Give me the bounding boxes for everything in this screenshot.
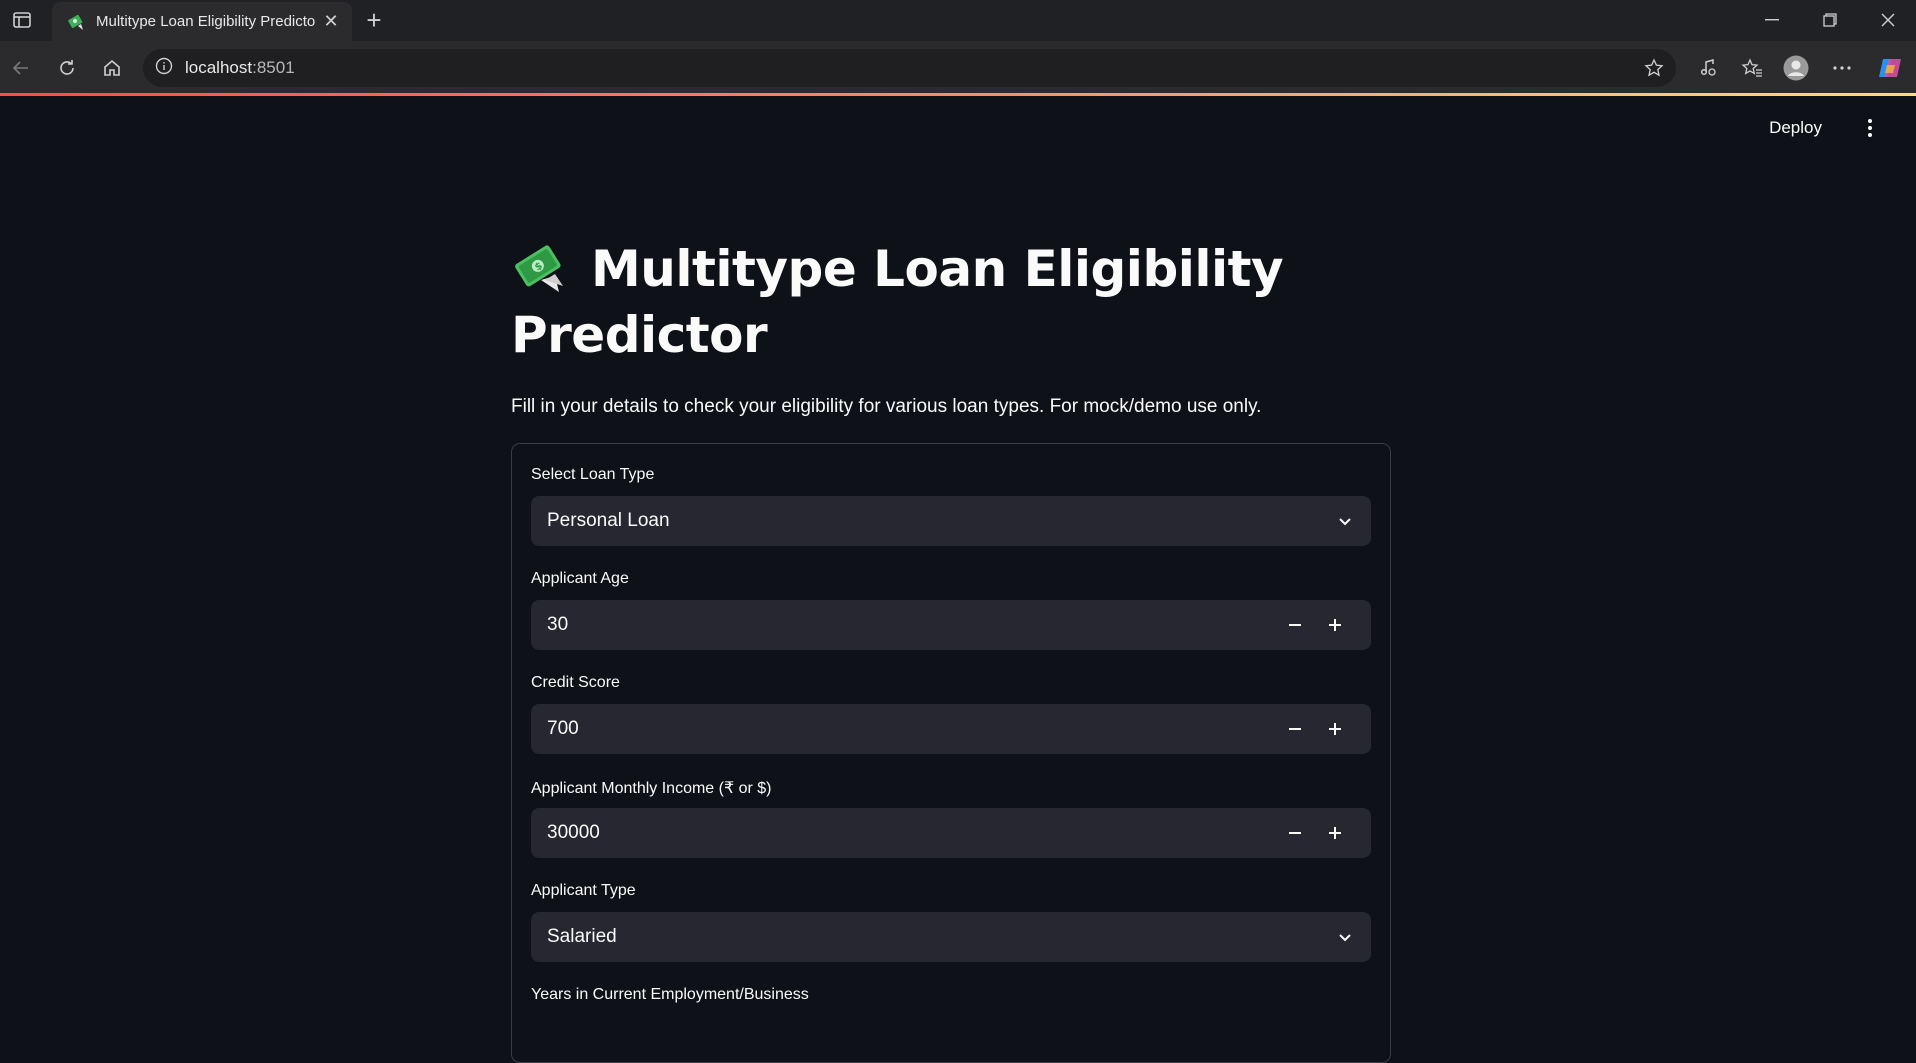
tab-title: Multitype Loan Eligibility Predicto [96,13,316,30]
deploy-button[interactable]: Deploy [1769,118,1822,138]
plus-icon[interactable] [1315,704,1355,754]
title-line-2: Predictor [511,306,768,364]
restore-icon[interactable] [1808,6,1852,34]
years-employment-label: Years in Current Employment/Business [531,986,809,1003]
credit-score-input[interactable]: 700 [531,704,1371,754]
browser-tab-bar: Multitype Loan Eligibility Predicto ✕ + [0,0,1916,41]
applicant-type-value: Salaried [547,926,617,947]
age-input[interactable]: 30 [531,600,1371,650]
age-label: Applicant Age [531,570,629,587]
close-tab-icon[interactable]: ✕ [320,11,342,32]
new-tab-icon[interactable]: + [360,6,388,34]
applicant-type-field: Applicant Type Salaried [531,882,1371,962]
monthly-income-value[interactable]: 30000 [547,822,1275,844]
chevron-down-icon [1335,927,1355,947]
money-wings-icon [66,12,86,32]
app-viewport: Deploy $ Multitype Loan Eligibility Predi… [0,96,1916,1063]
favorite-star-icon[interactable] [1644,58,1664,83]
age-value[interactable]: 30 [547,614,1275,636]
refresh-icon[interactable] [52,53,82,83]
applicant-type-select[interactable]: Salaried [531,912,1371,962]
monthly-income-field: Applicant Monthly Income (₹ or $) 30000 [531,778,1371,858]
minus-icon[interactable] [1275,704,1315,754]
address-bar[interactable]: localhost:8501 [143,49,1676,87]
credit-score-label: Credit Score [531,674,620,691]
minus-icon[interactable] [1275,808,1315,858]
monthly-income-input[interactable]: 30000 [531,808,1371,858]
browser-toolbar: localhost:8501 [0,41,1916,95]
home-icon[interactable] [97,53,127,83]
main-menu-icon[interactable] [1860,116,1880,140]
chevron-down-icon [1335,511,1355,531]
loan-type-value: Personal Loan [547,510,670,531]
applicant-type-label: Applicant Type [531,882,636,899]
minus-icon[interactable] [1275,600,1315,650]
plus-icon[interactable] [1315,600,1355,650]
copilot-icon[interactable] [1874,53,1906,83]
tab-actions-icon[interactable] [8,8,36,32]
close-window-icon[interactable] [1866,6,1910,34]
page-subtitle: Fill in your details to check your eligi… [511,396,1262,417]
url-text: localhost:8501 [185,58,295,77]
back-icon[interactable] [6,53,36,83]
plus-icon[interactable] [1315,808,1355,858]
credit-score-field: Credit Score 700 [531,674,1371,754]
loan-type-field: Select Loan Type Personal Loan [531,466,1371,546]
loan-type-select[interactable]: Personal Loan [531,496,1371,546]
browser-tab[interactable]: Multitype Loan Eligibility Predicto ✕ [52,2,352,41]
loan-type-label: Select Loan Type [531,466,655,483]
money-with-wings-icon: $ [511,236,569,294]
profile-avatar-icon[interactable] [1780,53,1812,83]
loan-form: Select Loan Type Personal Loan Applicant… [511,443,1391,1063]
minimize-icon[interactable] [1750,6,1794,34]
monthly-income-label: Applicant Monthly Income (₹ or $) [531,780,772,797]
site-info-icon[interactable] [155,57,173,80]
title-line-1: Multitype Loan Eligibility [591,240,1284,298]
years-employment-field: Years in Current Employment/Business [531,986,1371,1006]
page-title: $ Multitype Loan Eligibility Predictor [511,236,1391,368]
age-field: Applicant Age 30 [531,570,1371,650]
more-options-icon[interactable] [1826,53,1858,83]
credit-score-value[interactable]: 700 [547,718,1275,740]
media-control-icon[interactable] [1692,53,1724,83]
main-content: $ Multitype Loan Eligibility Predictor Fi… [511,236,1391,418]
favorites-icon[interactable] [1736,53,1768,83]
